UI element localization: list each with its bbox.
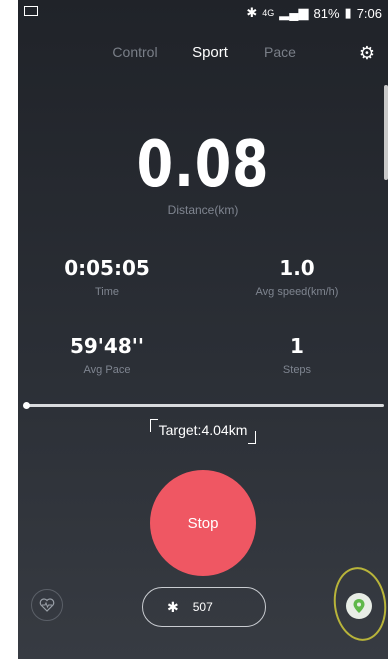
time-stat: 0:05:05 Time: [22, 256, 192, 298]
image-icon: [24, 6, 38, 16]
bluetooth-device-button[interactable]: ✱ 507: [142, 587, 266, 627]
battery-percent: 81%: [313, 5, 340, 21]
map-pin-icon: [353, 599, 365, 613]
distance-value: 0.08: [136, 128, 270, 202]
scroll-indicator[interactable]: [384, 85, 388, 180]
battery-icon: ▮: [344, 5, 352, 20]
steps-label: Steps: [282, 364, 312, 376]
avg-speed-value: 1.0: [279, 256, 315, 280]
target-label: Target:4.04km: [158, 422, 248, 438]
bluetooth-icon: ✱: [246, 5, 258, 20]
settings-gear-icon[interactable]: ⚙: [356, 42, 378, 64]
tab-sport[interactable]: Sport: [192, 44, 228, 61]
app-screen: ✱ 4G ▂▄▆ 81% ▮ 7:06 Control Sport Pace ⚙…: [18, 0, 388, 659]
bluetooth-value: 507: [192, 600, 213, 614]
target-display: Target:4.04km: [18, 418, 388, 444]
time-label: Time: [94, 286, 120, 298]
status-right: ✱ 4G ▂▄▆ 81% ▮ 7:06: [246, 5, 382, 21]
network-label: 4G: [262, 8, 275, 18]
avg-speed-stat: 1.0 Avg speed(km/h): [212, 256, 382, 298]
steps-stat: 1 Steps: [212, 334, 382, 376]
status-bar: ✱ 4G ▂▄▆ 81% ▮ 7:06: [18, 0, 388, 24]
heart-rate-icon: [39, 598, 55, 612]
bracket-right-icon: [248, 430, 257, 444]
signal-icon: ▂▄▆: [279, 5, 309, 20]
target-progress-bar: [23, 402, 384, 409]
heart-rate-button[interactable]: [31, 589, 63, 621]
avg-pace-label: Avg Pace: [83, 364, 131, 376]
tab-bar: Control Sport Pace: [18, 44, 388, 64]
avg-pace-stat: 59'48'' Avg Pace: [22, 334, 192, 376]
avg-speed-label: Avg speed(km/h): [255, 286, 339, 298]
stop-button[interactable]: Stop: [150, 470, 256, 576]
distance-label: Distance(km): [167, 203, 239, 217]
tab-control[interactable]: Control: [112, 44, 157, 60]
bluetooth-icon: ✱: [167, 598, 179, 615]
progress-marker: [23, 402, 30, 409]
clock: 7:06: [356, 5, 382, 21]
map-button[interactable]: [346, 593, 372, 619]
time-value: 0:05:05: [64, 256, 150, 280]
tab-pace[interactable]: Pace: [264, 44, 296, 60]
steps-value: 1: [290, 334, 304, 358]
avg-pace-value: 59'48'': [69, 334, 145, 358]
bracket-left-icon: [149, 418, 158, 432]
